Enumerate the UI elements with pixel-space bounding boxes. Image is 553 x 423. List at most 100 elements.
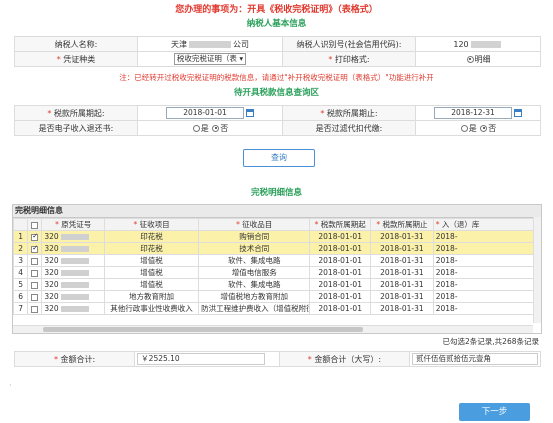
subitem-cell: 软件、集成电路	[198, 254, 311, 267]
calendar-icon[interactable]	[246, 109, 254, 117]
row-checkbox[interactable]	[31, 269, 39, 277]
footer-dot: ·	[9, 381, 12, 390]
column-header: * 原凭证号	[41, 218, 106, 231]
header-select-all	[27, 218, 43, 231]
row-checkbox-cell	[27, 254, 43, 267]
print-format-label: * 打印格式:	[282, 51, 416, 67]
ecert-label: 是否电子收入退还书:	[14, 120, 138, 136]
masked-text	[60, 258, 89, 264]
extra-cell: 2018-	[432, 230, 541, 243]
start-cell: 2018-01-01	[309, 266, 372, 279]
extra-cell: 2018-	[432, 302, 541, 315]
table-row[interactable]: 6 320 地方教育附加 增值税地方教育附加 2018-01-01 2018-01-31 2…	[13, 290, 541, 303]
row-checkbox[interactable]	[31, 244, 39, 253]
select-all-checkbox[interactable]	[31, 221, 39, 229]
next-step-button[interactable]: 下一步	[459, 403, 530, 421]
amount-input[interactable]: ￥2525.10	[137, 353, 266, 365]
row-checkbox-cell	[27, 266, 43, 279]
subitem-cell: 防洪工程维护费收入（增值税附征）	[198, 302, 311, 315]
voucher-cell: 320	[41, 242, 106, 255]
print-format-value: 明细	[474, 54, 491, 64]
extra-cell: 2018-	[432, 254, 541, 267]
end-cell: 2018-01-31	[370, 290, 434, 303]
chevron-down-icon: ▾	[239, 54, 244, 63]
vertical-scrollbar[interactable]	[533, 217, 541, 323]
item-cell: 地方教育附加	[104, 290, 200, 303]
ecert-yes-label: 是	[200, 123, 209, 133]
row-index: 3	[13, 254, 29, 267]
subitem-cell: 增值税地方教育附加	[198, 290, 311, 303]
taxpayer-id-label: 纳税人识别号(社会信用代码):	[282, 36, 416, 52]
table-row[interactable]: 2 320 印花税技术合同2018-01-012018-01-312018-	[13, 242, 541, 255]
amount-cn-input[interactable]: 贰仟伍佰贰拾伍元壹角	[412, 353, 538, 365]
withheld-no-label: 否	[488, 123, 497, 133]
row-index: 6	[13, 290, 29, 303]
amount-label-text: 金额合计:	[60, 354, 96, 364]
subitem-cell: 软件、集成电路	[198, 278, 311, 291]
taxpayer-id-prefix: 120	[453, 39, 469, 49]
detail-section-title: 完税明细信息	[250, 188, 302, 198]
subitem-cell: 技术合同	[198, 242, 311, 255]
period-start-input[interactable]: 2018-01-01	[166, 107, 244, 119]
item-cell: 增值税	[104, 278, 200, 291]
detail-grid: 完税明细信息 * 原凭证号 * 征收项目 * 征收品目 * 税款所属期起 * 税…	[12, 204, 542, 334]
column-header-text: 税款所属期起	[320, 220, 366, 229]
extra-cell: 2018-	[432, 242, 541, 255]
voucher-type-value: 税收完税证明（表	[176, 54, 237, 63]
period-end-label-text: 税款所属期止:	[326, 108, 378, 118]
withheld-yes-radio[interactable]	[460, 124, 468, 132]
row-checkbox[interactable]	[31, 232, 39, 241]
withheld-no-radio[interactable]	[480, 124, 488, 132]
table-row[interactable]: 5 320 增值税 软件、集成电路 2018-01-01 2018-01-31 2018-	[13, 278, 541, 291]
row-checkbox[interactable]	[31, 293, 39, 301]
column-header-text: 原凭证号	[61, 220, 92, 229]
voucher-type-label: * 凭证种类	[14, 51, 138, 67]
table-row[interactable]: 3 320 增值税 软件、集成电路 2018-01-01 2018-01-31 2018-	[13, 254, 541, 267]
voucher-cell: 320	[41, 290, 106, 303]
masked-text	[60, 294, 89, 300]
print-format-radio[interactable]	[466, 55, 474, 63]
period-end-input[interactable]: 2018-12-31	[434, 107, 512, 119]
end-cell: 2018-01-31	[370, 254, 434, 267]
taxpayer-section-title: 纳税人基本信息	[246, 19, 307, 29]
horizontal-scrollbar[interactable]	[13, 325, 533, 333]
scrollbar-thumb[interactable]	[43, 327, 363, 332]
voucher-cell: 320	[41, 230, 106, 243]
row-checkbox[interactable]	[31, 257, 39, 265]
voucher-number: 320	[44, 244, 59, 253]
masked-text	[60, 234, 89, 240]
ecert-yes-radio[interactable]	[192, 124, 200, 132]
end-cell: 2018-01-31	[370, 242, 434, 255]
item-cell: 印花税	[104, 230, 200, 243]
row-checkbox[interactable]	[31, 305, 39, 313]
query-section-title: 待开具税款信息查询区	[233, 88, 319, 98]
column-header: * 税款所属期起	[309, 218, 372, 231]
print-format-label-text: 打印格式:	[334, 54, 370, 64]
table-row[interactable]: 7 320 其他行政事业性收费收入 防洪工程维护费收入（增值税附征） 2018-01-0…	[13, 302, 541, 315]
voucher-number: 320	[44, 304, 59, 313]
table-row[interactable]: 1 320 印花税购销合同2018-01-012018-01-312018-	[13, 230, 541, 243]
ecert-no-radio[interactable]	[212, 124, 220, 132]
taxpayer-name-suffix: 公司	[233, 39, 249, 49]
voucher-type-label-text: 凭证种类	[63, 54, 96, 64]
calendar-icon[interactable]	[514, 109, 522, 117]
withheld-options: 是 否	[415, 120, 541, 136]
row-index: 4	[13, 266, 29, 279]
end-cell: 2018-01-31	[370, 266, 434, 279]
withheld-label: 是否过滤代扣代缴:	[282, 120, 416, 136]
masked-text	[60, 270, 89, 276]
taxpayer-form: 纳税人名称: 天津 公司 纳税人识别号(社会信用代码): 120 * 凭证种类 税…	[14, 36, 541, 67]
period-start-label-text: 税款所属期起:	[53, 108, 105, 118]
voucher-number: 320	[44, 280, 59, 289]
voucher-type-select[interactable]: 税收完税证明（表 ▾	[173, 53, 247, 65]
table-row[interactable]: 4 320 增值税 增值电信服务 2018-01-01 2018-01-31 2018-	[13, 266, 541, 279]
row-checkbox-cell	[27, 242, 43, 255]
column-header-text: 征收项目	[139, 220, 170, 229]
period-end-cell: 2018-12-31	[415, 105, 541, 121]
item-cell: 印花税	[104, 242, 200, 255]
row-index: 7	[13, 302, 29, 315]
query-button[interactable]: 查询	[243, 149, 315, 167]
notice-text: 注：已经转开过税收完税证明的税款信息，请通过"补开税收完税证明（表格式）"功能进…	[119, 73, 434, 82]
row-checkbox[interactable]	[31, 281, 39, 289]
voucher-number: 320	[44, 256, 59, 265]
